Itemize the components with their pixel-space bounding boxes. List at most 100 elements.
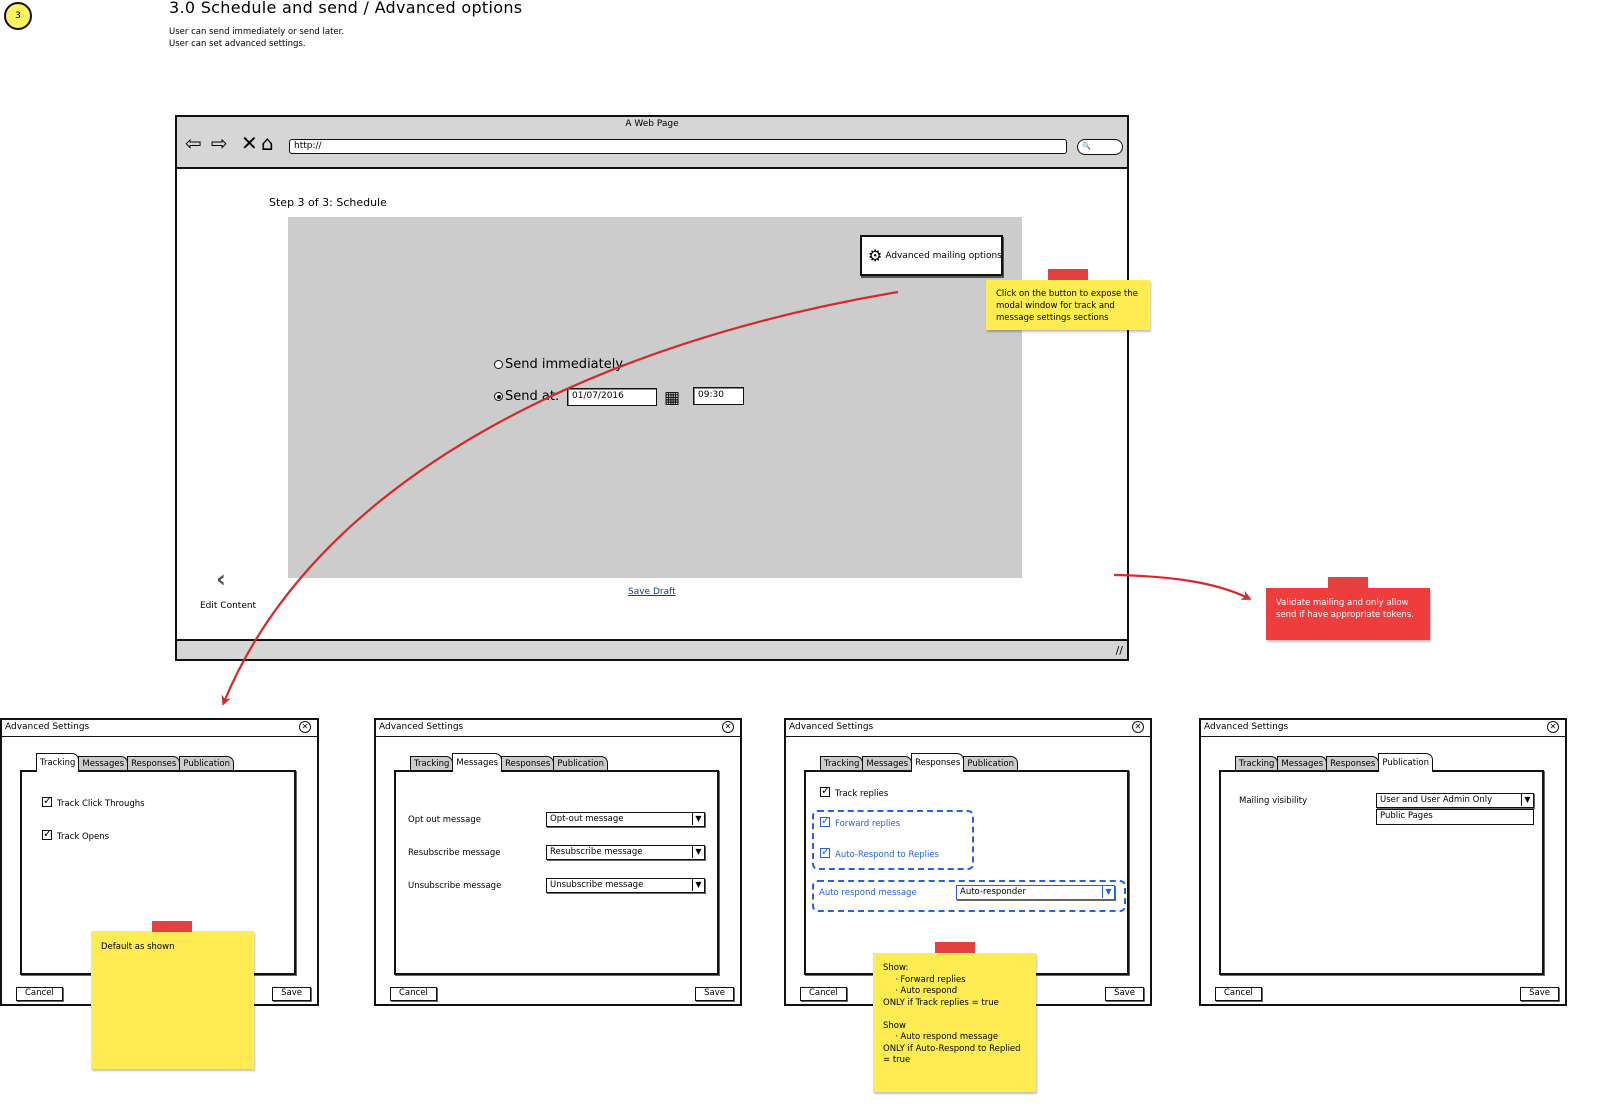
select-value: Unsubscribe message: [550, 880, 644, 890]
track-opens-checkbox[interactable]: [42, 827, 52, 840]
advanced-mailing-options-button[interactable]: ⚙ Advanced mailing options: [860, 235, 1003, 276]
advanced-settings-dialog-messages: Advanced Settings ✕ Tracking Messages Re…: [374, 718, 742, 1006]
step-number-badge: 3: [4, 2, 32, 30]
edit-content-link[interactable]: Edit Content: [200, 601, 256, 611]
send-date-field[interactable]: 01/07/2016: [567, 388, 657, 406]
unsubscribe-message-select[interactable]: Unsubscribe message ▼: [546, 878, 705, 893]
save-button[interactable]: Save: [1520, 987, 1559, 1001]
browser-status-bar: //: [177, 639, 1127, 659]
tape-decoration: [1328, 577, 1368, 588]
send-at-option[interactable]: Send at:: [494, 389, 559, 404]
dialog-title: Advanced Settings: [1204, 722, 1289, 732]
tab-publication[interactable]: Publication: [1378, 753, 1433, 772]
note-line: · Auto respond message: [895, 1032, 999, 1042]
close-icon[interactable]: ✕: [299, 721, 311, 733]
note-line: send if have appropriate tokens.: [1276, 610, 1414, 620]
description-line: User can send immediately or send later.: [169, 27, 345, 37]
select-value: Opt-out message: [550, 814, 624, 824]
note-line: message settings sections: [996, 313, 1109, 323]
save-draft-link[interactable]: Save Draft: [628, 587, 676, 597]
opt-out-message-label: Opt out message: [408, 815, 481, 825]
note-line: ONLY if Track replies = true: [883, 997, 999, 1008]
dropdown-arrow-icon[interactable]: ▼: [692, 813, 704, 825]
cancel-button[interactable]: Cancel: [390, 987, 437, 1001]
note-line: Default as shown: [101, 942, 175, 952]
track-click-throughs-label: Track Click Throughs: [57, 799, 145, 809]
description-line: User can set advanced settings.: [169, 39, 306, 49]
cancel-button[interactable]: Cancel: [1215, 987, 1262, 1001]
url-bar[interactable]: http://: [289, 139, 1067, 154]
dialog-title: Advanced Settings: [379, 722, 464, 732]
opt-out-message-select[interactable]: Opt-out message ▼: [546, 812, 705, 827]
forward-replies-option[interactable]: Forward replies: [820, 814, 901, 829]
dialog-title: Advanced Settings: [789, 722, 874, 732]
title-divider: [376, 736, 740, 737]
stop-icon[interactable]: ✕: [241, 133, 258, 153]
close-icon[interactable]: ✕: [722, 721, 734, 733]
page-title: 3.0 Schedule and send / Advanced options: [169, 0, 523, 17]
gear-icon: ⚙: [868, 246, 883, 265]
send-immediately-label: Send immediately: [505, 357, 624, 372]
close-icon[interactable]: ✕: [1132, 721, 1144, 733]
cancel-button[interactable]: Cancel: [800, 987, 847, 1001]
note-line: [883, 1009, 1026, 1021]
tab-tracking[interactable]: Tracking: [36, 753, 80, 772]
dropdown-arrow-icon[interactable]: ▼: [1102, 886, 1114, 898]
resize-grip-icon[interactable]: //: [1116, 644, 1123, 657]
track-replies-option[interactable]: Track replies: [820, 784, 888, 799]
title-divider: [2, 736, 317, 737]
track-click-throughs-checkbox[interactable]: [42, 794, 52, 807]
save-button[interactable]: Save: [1105, 987, 1144, 1001]
auto-respond-label: Auto-Respond to Replies: [835, 850, 939, 860]
sticky-note-advanced-hint: Click on the button to expose the modal …: [986, 280, 1150, 330]
note-line: Click on the button to expose the: [996, 289, 1138, 299]
sticky-note-default: Default as shown: [91, 931, 254, 1069]
sticky-note-responses: Show: · Forward replies · Auto respond O…: [873, 953, 1036, 1092]
track-opens-label: Track Opens: [57, 832, 110, 842]
send-at-radio[interactable]: [494, 392, 503, 401]
auto-respond-checkbox[interactable]: [820, 845, 830, 858]
save-button[interactable]: Save: [272, 987, 311, 1001]
browser-search-field[interactable]: 🔍: [1077, 139, 1123, 155]
dropdown-arrow-icon[interactable]: ▼: [692, 846, 704, 858]
tab-panel: [394, 770, 719, 975]
send-immediately-radio[interactable]: [494, 360, 503, 369]
auto-respond-option[interactable]: Auto-Respond to Replies: [820, 845, 939, 860]
note-line: Validate mailing and only allow: [1276, 598, 1409, 608]
back-arrow-icon[interactable]: ⇦: [185, 133, 202, 153]
tab-messages[interactable]: Messages: [452, 753, 503, 772]
sticky-note-validate: Validate mailing and only allow send if …: [1266, 588, 1430, 640]
forward-arrow-icon[interactable]: ⇨: [211, 133, 228, 153]
select-value: Resubscribe message: [550, 847, 643, 857]
send-time-field[interactable]: 09:30: [693, 387, 744, 405]
tab-responses[interactable]: Responses: [911, 753, 965, 772]
tape-decoration: [935, 942, 975, 953]
title-divider: [786, 736, 1150, 737]
mailing-visibility-select[interactable]: User and User Admin Only ▼: [1376, 793, 1534, 808]
note-line: = true: [883, 1055, 911, 1065]
note-line: ONLY if Auto-Respond to Replied: [883, 1043, 1021, 1054]
home-icon[interactable]: ⌂: [261, 133, 274, 153]
track-replies-checkbox[interactable]: [820, 784, 830, 797]
forward-replies-label: Forward replies: [835, 819, 901, 829]
cancel-button[interactable]: Cancel: [16, 987, 63, 1001]
close-icon[interactable]: ✕: [1547, 721, 1559, 733]
search-icon: 🔍: [1082, 142, 1091, 150]
send-at-label: Send at:: [505, 389, 560, 404]
forward-replies-checkbox[interactable]: [820, 814, 830, 827]
dropdown-arrow-icon[interactable]: ▼: [692, 879, 704, 891]
mailing-visibility-option[interactable]: Public Pages: [1376, 809, 1534, 825]
chevron-left-icon[interactable]: ‹: [216, 565, 226, 593]
save-button[interactable]: Save: [695, 987, 734, 1001]
advanced-settings-dialog-publication: Advanced Settings ✕ Tracking Messages Re…: [1199, 718, 1567, 1006]
schedule-step-title: Step 3 of 3: Schedule: [269, 196, 387, 209]
resubscribe-message-select[interactable]: Resubscribe message ▼: [546, 845, 705, 860]
dropdown-arrow-icon[interactable]: ▼: [1521, 794, 1533, 806]
auto-respond-message-select[interactable]: Auto-responder ▼: [956, 885, 1115, 900]
track-click-throughs-option[interactable]: Track Click Throughs: [42, 794, 145, 809]
mailing-visibility-label: Mailing visibility: [1239, 796, 1308, 806]
track-opens-option[interactable]: Track Opens: [42, 827, 110, 842]
send-immediately-option[interactable]: Send immediately: [494, 357, 623, 372]
note-line: modal window for track and: [996, 301, 1115, 311]
calendar-icon[interactable]: ▦: [664, 388, 680, 408]
